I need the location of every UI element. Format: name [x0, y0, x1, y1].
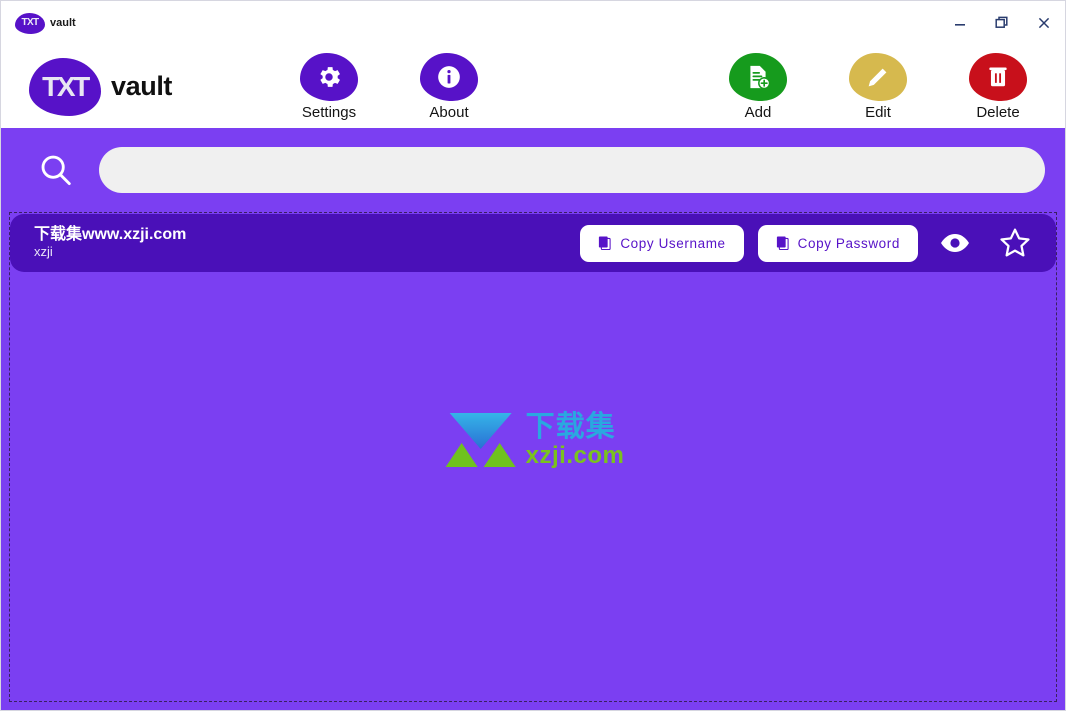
add-label: Add: [744, 103, 772, 121]
window-controls: [939, 1, 1065, 45]
search-bar: [1, 128, 1065, 212]
search-input[interactable]: [99, 147, 1045, 193]
edit-button[interactable]: Edit: [839, 52, 917, 121]
list-item[interactable]: 下载集www.xzji.com xzji Copy Username Copy …: [10, 214, 1056, 272]
entry-list: 下载集www.xzji.com xzji Copy Username Copy …: [9, 212, 1057, 702]
copy-icon: [599, 236, 611, 250]
delete-label: Delete: [976, 103, 1020, 121]
watermark: 下载集 xzji.com: [442, 409, 625, 471]
restore-button[interactable]: [981, 1, 1023, 45]
brand: TXT vault: [29, 57, 173, 116]
entry-username: xzji: [34, 244, 53, 260]
watermark-logo-icon: [445, 413, 516, 467]
reveal-password-button[interactable]: [932, 220, 978, 266]
entry-actions: Copy Username Copy Password: [580, 220, 1038, 266]
title-bar: TXT vault: [1, 1, 1065, 45]
entry-text-block: 下载集www.xzji.com xzji: [34, 226, 186, 260]
copy-icon: [776, 236, 789, 250]
trash-icon: [969, 52, 1027, 101]
delete-button[interactable]: Delete: [959, 52, 1037, 121]
watermark-text: 下载集 xzji.com: [525, 410, 625, 469]
watermark-en: xzji.com: [525, 441, 625, 469]
gear-icon: [300, 52, 359, 101]
app-window: TXT vault TXT vault Settings About Add E…: [0, 0, 1066, 711]
main-content: 下载集www.xzji.com xzji Copy Username Copy …: [1, 128, 1065, 710]
copy-password-label: Copy Password: [797, 235, 900, 251]
copy-username-label: Copy Username: [620, 235, 726, 251]
brand-logo-text: TXT: [42, 70, 90, 102]
info-icon: [420, 52, 479, 101]
edit-label: Edit: [865, 103, 891, 121]
actions-toolbar: Add Edit Delete: [719, 52, 1043, 121]
app-logo-text: TXT: [21, 17, 39, 28]
close-button[interactable]: [1023, 1, 1065, 45]
watermark-cn: 下载集: [525, 410, 616, 443]
about-label: About: [429, 103, 469, 121]
brand-name: vault: [111, 71, 173, 101]
entry-title: 下载集www.xzji.com: [34, 225, 187, 243]
brand-logo-icon: TXT: [29, 57, 101, 116]
about-button[interactable]: About: [410, 52, 488, 121]
eye-icon: [941, 234, 969, 252]
app-header: TXT vault Settings About Add Edit Delete: [1, 45, 1065, 128]
star-outline-icon: [1000, 228, 1030, 257]
settings-label: Settings: [301, 103, 357, 121]
titlebar-brand: TXT vault: [15, 12, 76, 34]
favorite-button[interactable]: [992, 220, 1038, 266]
copy-username-button[interactable]: Copy Username: [580, 224, 744, 262]
pencil-icon: [849, 52, 907, 101]
window-title: vault: [50, 17, 76, 29]
settings-button[interactable]: Settings: [290, 52, 368, 121]
document-plus-icon: [729, 52, 787, 101]
minimize-button[interactable]: [939, 1, 981, 45]
copy-password-button[interactable]: Copy Password: [757, 224, 918, 262]
app-logo-icon: TXT: [15, 12, 45, 34]
primary-toolbar: Settings About: [290, 52, 488, 121]
search-icon[interactable]: [35, 149, 77, 191]
add-button[interactable]: Add: [719, 52, 797, 121]
